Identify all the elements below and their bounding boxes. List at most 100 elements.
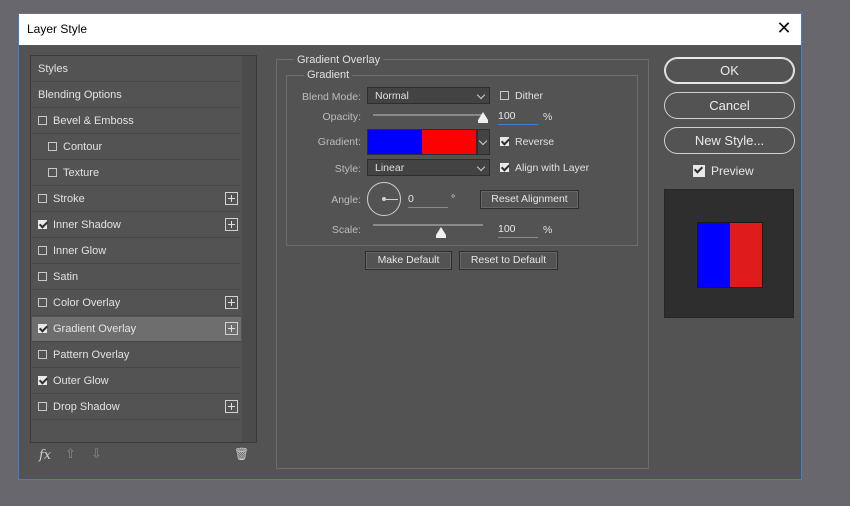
add-effect-plus-icon[interactable]	[225, 192, 238, 205]
subgroup-title: Gradient	[304, 69, 353, 81]
align-with-layer-checkbox[interactable]	[500, 163, 509, 172]
style-item-inner-shadow[interactable]: Inner Shadow	[32, 213, 241, 238]
angle-unit: °	[451, 193, 456, 205]
style-item-label: Outer Glow	[53, 375, 109, 387]
style-item-stroke[interactable]: Stroke	[32, 187, 241, 212]
angle-input[interactable]: 0	[408, 193, 448, 208]
style-item-blending-options[interactable]: Blending Options	[32, 83, 241, 108]
style-item-bevel-emboss[interactable]: Bevel & Emboss	[32, 109, 241, 134]
fx-icon[interactable]: fx	[39, 448, 51, 463]
reverse-label: Reverse	[515, 136, 555, 148]
style-item-label: Contour	[63, 141, 103, 153]
trash-icon[interactable]: 🗑	[234, 447, 249, 461]
blend-mode-value: Normal	[375, 90, 409, 102]
blend-mode-select[interactable]: Normal	[367, 87, 490, 104]
style-item-pattern-overlay[interactable]: Pattern Overlay	[32, 343, 241, 368]
style-item-checkbox[interactable]	[38, 376, 47, 385]
new-style-button[interactable]: New Style...	[664, 127, 795, 154]
style-item-label: Pattern Overlay	[53, 349, 130, 361]
chevron-down-icon	[476, 162, 486, 172]
style-item-label: Satin	[53, 271, 79, 283]
style-item-checkbox[interactable]	[38, 298, 47, 307]
style-item-label: Bevel & Emboss	[53, 115, 134, 127]
add-effect-plus-icon[interactable]	[225, 322, 238, 335]
scale-input[interactable]: 100	[498, 223, 538, 238]
reverse-checkbox[interactable]	[500, 137, 509, 146]
style-item-contour[interactable]: Contour	[32, 135, 241, 160]
opacity-slider-handle[interactable]	[478, 112, 488, 123]
style-item-color-overlay[interactable]: Color Overlay	[32, 291, 241, 316]
gradient-style-select[interactable]: Linear	[367, 159, 490, 176]
gradient-dropdown-button[interactable]	[477, 129, 490, 155]
style-item-label: Styles	[38, 63, 68, 75]
style-item-label: Gradient Overlay	[53, 323, 137, 335]
style-item-checkbox[interactable]	[38, 194, 47, 203]
dither-label: Dither	[515, 90, 544, 102]
style-item-checkbox[interactable]	[38, 324, 47, 333]
gradient-swatch[interactable]	[367, 129, 477, 155]
style-label: Style:	[334, 163, 361, 175]
style-item-label: Blending Options	[38, 89, 122, 101]
move-up-icon[interactable]: ⇧	[65, 446, 76, 462]
style-item-label: Inner Shadow	[53, 219, 121, 231]
style-item-inner-glow[interactable]: Inner Glow	[32, 239, 241, 264]
opacity-slider-track[interactable]	[373, 112, 488, 123]
scale-unit: %	[543, 224, 553, 236]
style-item-label: Drop Shadow	[53, 401, 120, 413]
style-item-label: Stroke	[53, 193, 85, 205]
preview-label: Preview	[711, 164, 754, 178]
scale-slider-handle[interactable]	[436, 227, 447, 238]
gradient-style-value: Linear	[375, 162, 405, 174]
angle-dial-needle	[384, 199, 398, 200]
close-icon[interactable]: ✕	[773, 17, 795, 39]
reset-alignment-button[interactable]: Reset Alignment	[480, 190, 579, 209]
preview-checkbox[interactable]	[693, 165, 705, 177]
add-effect-plus-icon[interactable]	[225, 400, 238, 413]
cancel-button[interactable]: Cancel	[664, 92, 795, 119]
gradient-label: Gradient:	[317, 136, 361, 148]
ok-button[interactable]: OK	[664, 57, 795, 84]
style-item-checkbox[interactable]	[48, 168, 57, 177]
style-item-checkbox[interactable]	[38, 220, 47, 229]
style-item-checkbox[interactable]	[38, 116, 47, 125]
reset-to-default-button[interactable]: Reset to Default	[459, 251, 558, 270]
scale-label: Scale:	[331, 224, 361, 236]
preview-swatch	[697, 222, 763, 288]
opacity-label: Opacity:	[322, 111, 361, 123]
blend-mode-label: Blend Mode:	[302, 91, 361, 103]
preview-red-half	[730, 223, 762, 287]
style-item-checkbox[interactable]	[48, 142, 57, 151]
style-item-satin[interactable]: Satin	[32, 265, 241, 290]
add-effect-plus-icon[interactable]	[225, 218, 238, 231]
style-item-gradient-overlay[interactable]: Gradient Overlay	[32, 317, 241, 342]
group-title: Gradient Overlay	[294, 54, 384, 66]
opacity-unit: %	[543, 111, 553, 123]
style-item-label: Inner Glow	[53, 245, 107, 257]
opacity-input[interactable]: 100	[498, 110, 538, 125]
layer-style-dialog: Layer Style ✕ Styles Blending Options Beve…	[18, 13, 802, 480]
style-item-label: Color Overlay	[53, 297, 121, 309]
make-default-button[interactable]: Make Default	[365, 251, 452, 270]
move-down-icon[interactable]: ⇩	[91, 446, 102, 462]
style-item-checkbox[interactable]	[38, 402, 47, 411]
scale-slider-track[interactable]	[373, 224, 483, 238]
angle-dial[interactable]	[367, 182, 401, 216]
angle-label: Angle:	[331, 194, 361, 206]
style-item-checkbox[interactable]	[38, 350, 47, 359]
styles-list-scrollbar[interactable]	[242, 56, 256, 442]
style-item-styles[interactable]: Styles	[32, 57, 241, 82]
dither-checkbox[interactable]	[500, 91, 509, 100]
style-item-outer-glow[interactable]: Outer Glow	[32, 369, 241, 394]
gradient-stop-red	[422, 130, 476, 154]
add-effect-plus-icon[interactable]	[225, 296, 238, 309]
chevron-down-icon	[478, 136, 488, 146]
style-item-checkbox[interactable]	[38, 272, 47, 281]
styles-list-panel: Styles Blending Options Bevel & Emboss Cont…	[30, 55, 257, 463]
style-item-texture[interactable]: Texture	[32, 161, 241, 186]
style-item-drop-shadow[interactable]: Drop Shadow	[32, 395, 241, 420]
preview-thumbnail	[664, 189, 794, 318]
style-item-checkbox[interactable]	[38, 246, 47, 255]
title-bar: Layer Style ✕	[19, 14, 801, 45]
dialog-title: Layer Style	[27, 22, 88, 36]
chevron-down-icon	[476, 90, 486, 100]
